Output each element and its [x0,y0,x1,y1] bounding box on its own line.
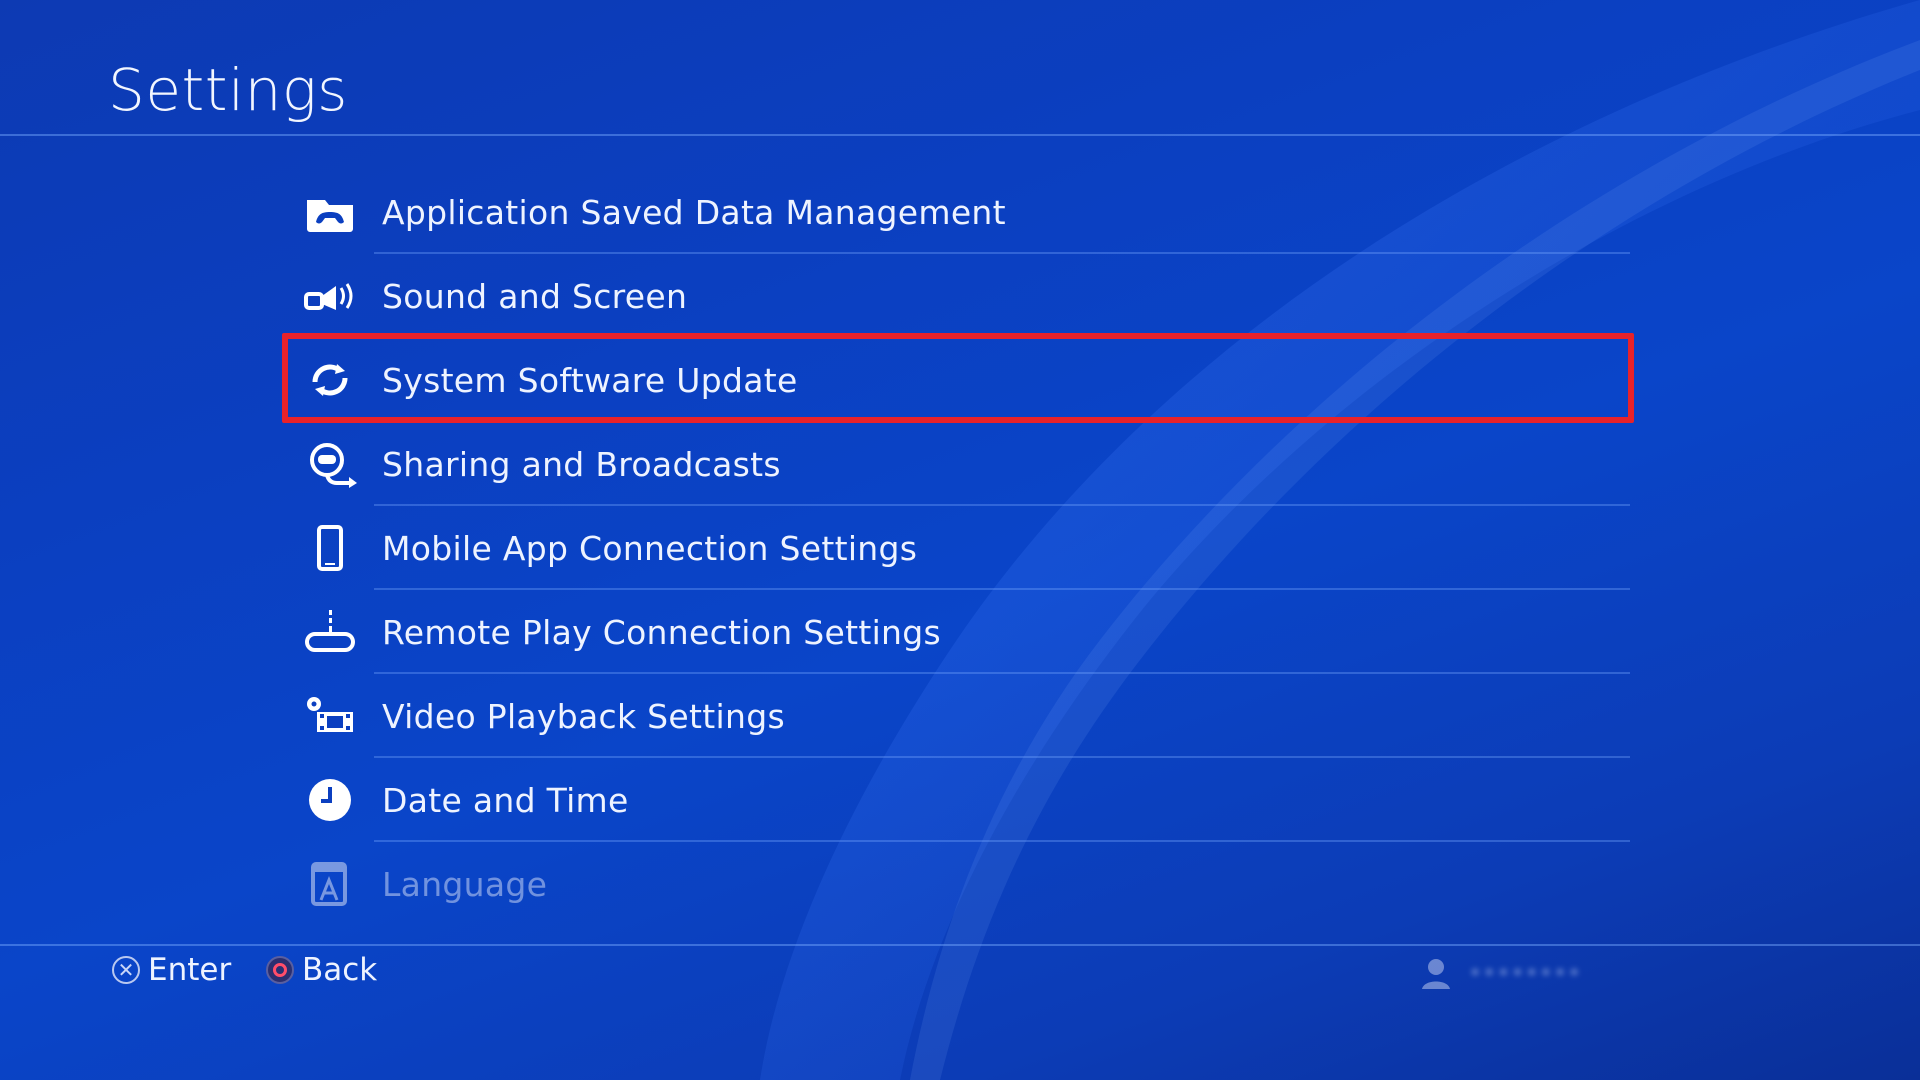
settings-menu: Application Saved Data Management Sound … [290,170,1630,926]
menu-item-label: Mobile App Connection Settings [382,528,918,568]
cross-button-icon: ✕ [112,956,140,984]
clock-icon [290,758,370,842]
back-label: Back [302,952,378,988]
video-playback-icon [290,674,370,758]
menu-item-label: Sound and Screen [382,276,688,316]
menu-item-sharing-broadcasts[interactable]: Sharing and Broadcasts [290,422,1630,506]
page-title: Settings [108,56,348,124]
back-hint[interactable]: Back [266,952,377,988]
user-indicator: •••••••• [1418,955,1581,991]
menu-item-remote-play[interactable]: Remote Play Connection Settings [290,590,1630,674]
selection-highlight [282,333,1634,423]
enter-label: Enter [148,952,232,988]
menu-item-video-playback[interactable]: Video Playback Settings [290,674,1630,758]
sound-screen-icon [290,254,370,338]
language-icon [290,842,370,926]
menu-item-date-time[interactable]: Date and Time [290,758,1630,842]
mobile-icon [290,506,370,590]
menu-item-label: Date and Time [382,780,629,820]
header-divider [0,134,1920,136]
menu-item-sound-screen[interactable]: Sound and Screen [290,254,1630,338]
menu-item-language[interactable]: Language [290,842,1630,926]
avatar-icon [1422,959,1450,989]
saved-data-icon [290,170,370,254]
menu-item-label: Remote Play Connection Settings [382,612,941,652]
footer-divider [0,944,1920,946]
menu-item-label: Application Saved Data Management [382,192,1006,232]
remote-play-icon [290,590,370,674]
user-name: •••••••• [1468,959,1582,987]
menu-item-label: Video Playback Settings [382,696,785,736]
sharing-icon [290,422,370,506]
menu-item-saved-data[interactable]: Application Saved Data Management [290,170,1630,254]
menu-item-mobile-app[interactable]: Mobile App Connection Settings [290,506,1630,590]
menu-item-label: Language [382,864,548,904]
circle-button-icon [266,956,294,984]
enter-hint[interactable]: ✕ Enter [112,952,231,988]
menu-item-label: Sharing and Broadcasts [382,444,781,484]
